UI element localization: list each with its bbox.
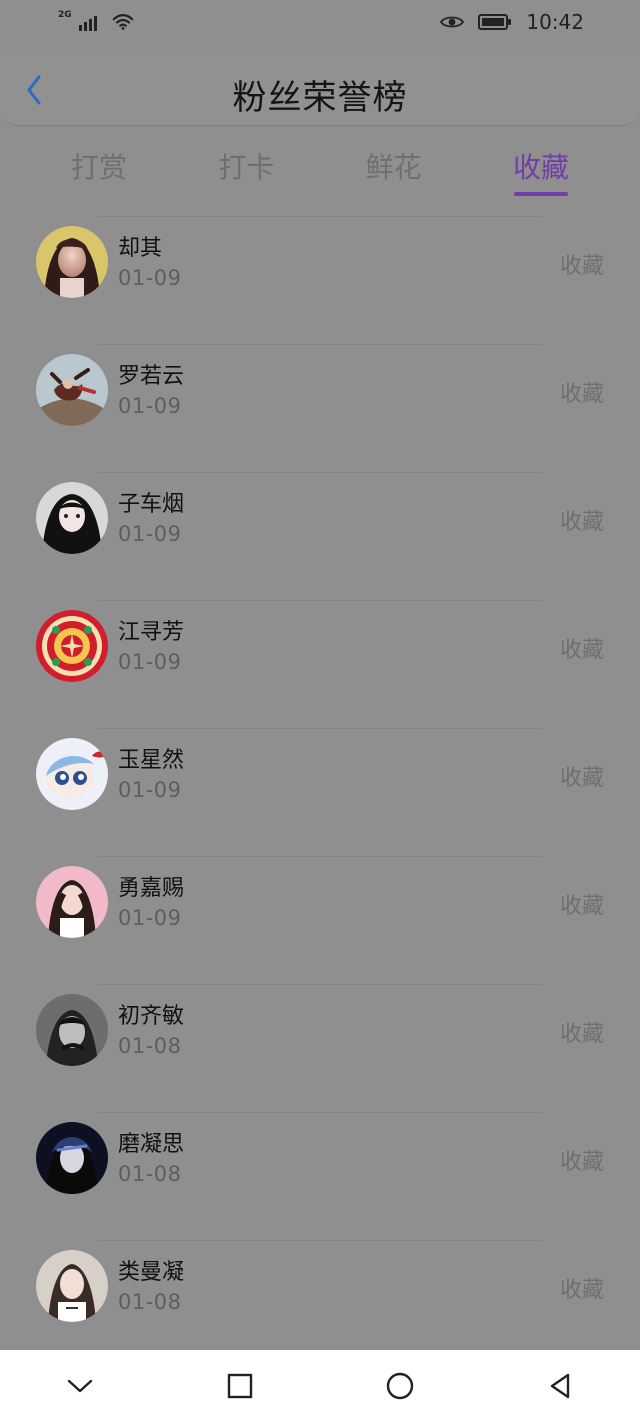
status-right: 10:42 [440,10,584,34]
header-bar: 粉丝荣誉榜 [0,54,640,126]
user-name: 罗若云 [118,364,185,389]
user-name: 玉星然 [118,748,185,773]
avatar [36,1122,108,1194]
avatar [36,1250,108,1322]
avatar [36,226,108,298]
network-label: 2G [58,10,72,20]
user-name: 初齐敏 [118,1004,185,1029]
avatar [36,738,108,810]
user-date: 01-08 [118,1034,182,1058]
eye-icon [440,16,465,28]
collect-button[interactable]: 收藏 [560,632,604,664]
user-name: 却其 [118,236,163,261]
nav-collapse-button[interactable] [48,1354,112,1418]
avatar-photo-icon [36,866,108,938]
collect-button[interactable]: 收藏 [560,376,604,408]
user-date: 01-09 [118,266,182,290]
chevron-down-icon [67,1379,93,1393]
tab-dashang[interactable]: 打赏 [44,140,154,186]
status-left: 2G [58,10,134,31]
tab-label: 收藏 [512,151,569,184]
avatar [36,354,108,426]
nav-back-button[interactable] [528,1354,592,1418]
user-date: 01-09 [118,906,182,930]
tab-label: 打赏 [70,151,127,184]
collect-button[interactable]: 收藏 [560,248,604,280]
nav-recents-button[interactable] [208,1354,272,1418]
system-nav-bar [0,1350,640,1422]
fans-list: 却其 01-09 收藏 罗若云 01-09 收藏 子车烟 01-09 收藏 江寻… [0,216,640,1368]
collect-button[interactable]: 收藏 [560,760,604,792]
tab-label: 鲜花 [365,151,422,184]
list-item[interactable]: 江寻芳 01-09 收藏 [0,600,640,728]
tab-bar: 打赏 打卡 鲜花 收藏 [36,140,604,208]
user-date: 01-09 [118,522,182,546]
active-tab-indicator [513,192,568,196]
collect-button[interactable]: 收藏 [560,504,604,536]
avatar-photo-icon [36,354,108,426]
circle-icon [386,1372,414,1400]
user-name: 类曼凝 [118,1260,185,1285]
tab-label: 打卡 [218,151,275,184]
tab-daka[interactable]: 打卡 [191,140,301,186]
collect-button[interactable]: 收藏 [560,888,604,920]
avatar-photo-icon [36,482,108,554]
avatar-photo-icon [36,1250,108,1322]
wifi-icon [112,14,133,30]
user-name: 子车烟 [118,492,185,517]
user-date: 01-08 [118,1290,182,1314]
avatar [36,866,108,938]
user-name: 勇嘉赐 [118,876,185,901]
list-item[interactable]: 罗若云 01-09 收藏 [0,344,640,472]
back-triangle-icon [550,1373,570,1399]
list-item[interactable]: 类曼凝 01-08 收藏 [0,1240,640,1368]
tab-shoucang[interactable]: 收藏 [486,140,596,196]
avatar-photo-icon [36,1122,108,1194]
list-item[interactable]: 子车烟 01-09 收藏 [0,472,640,600]
avatar [36,482,108,554]
user-name: 磨凝思 [118,1132,185,1157]
avatar-photo-icon [36,610,108,682]
avatar-photo-icon [36,226,108,298]
avatar [36,610,108,682]
collect-button[interactable]: 收藏 [560,1144,604,1176]
tab-xianhua[interactable]: 鲜花 [339,140,449,186]
nav-home-button[interactable] [368,1354,432,1418]
clock: 10:42 [526,10,584,34]
user-date: 01-09 [118,394,182,418]
square-icon [227,1373,253,1399]
status-bar: 2G 10:42 [0,0,640,44]
list-item[interactable]: 却其 01-09 收藏 [0,216,640,344]
avatar [36,994,108,1066]
battery-icon [478,14,512,30]
collect-button[interactable]: 收藏 [560,1016,604,1048]
user-date: 01-09 [118,778,182,802]
collect-button[interactable]: 收藏 [560,1272,604,1304]
list-item[interactable]: 玉星然 01-09 收藏 [0,728,640,856]
user-date: 01-09 [118,650,182,674]
user-date: 01-08 [118,1162,182,1186]
list-item[interactable]: 初齐敏 01-08 收藏 [0,984,640,1112]
page-title: 粉丝荣誉榜 [232,78,408,118]
user-name: 江寻芳 [118,620,185,645]
avatar-photo-icon [36,738,108,810]
list-item[interactable]: 磨凝思 01-08 收藏 [0,1112,640,1240]
list-item[interactable]: 勇嘉赐 01-09 收藏 [0,856,640,984]
avatar-photo-icon [36,994,108,1066]
signal-icon [78,16,97,31]
